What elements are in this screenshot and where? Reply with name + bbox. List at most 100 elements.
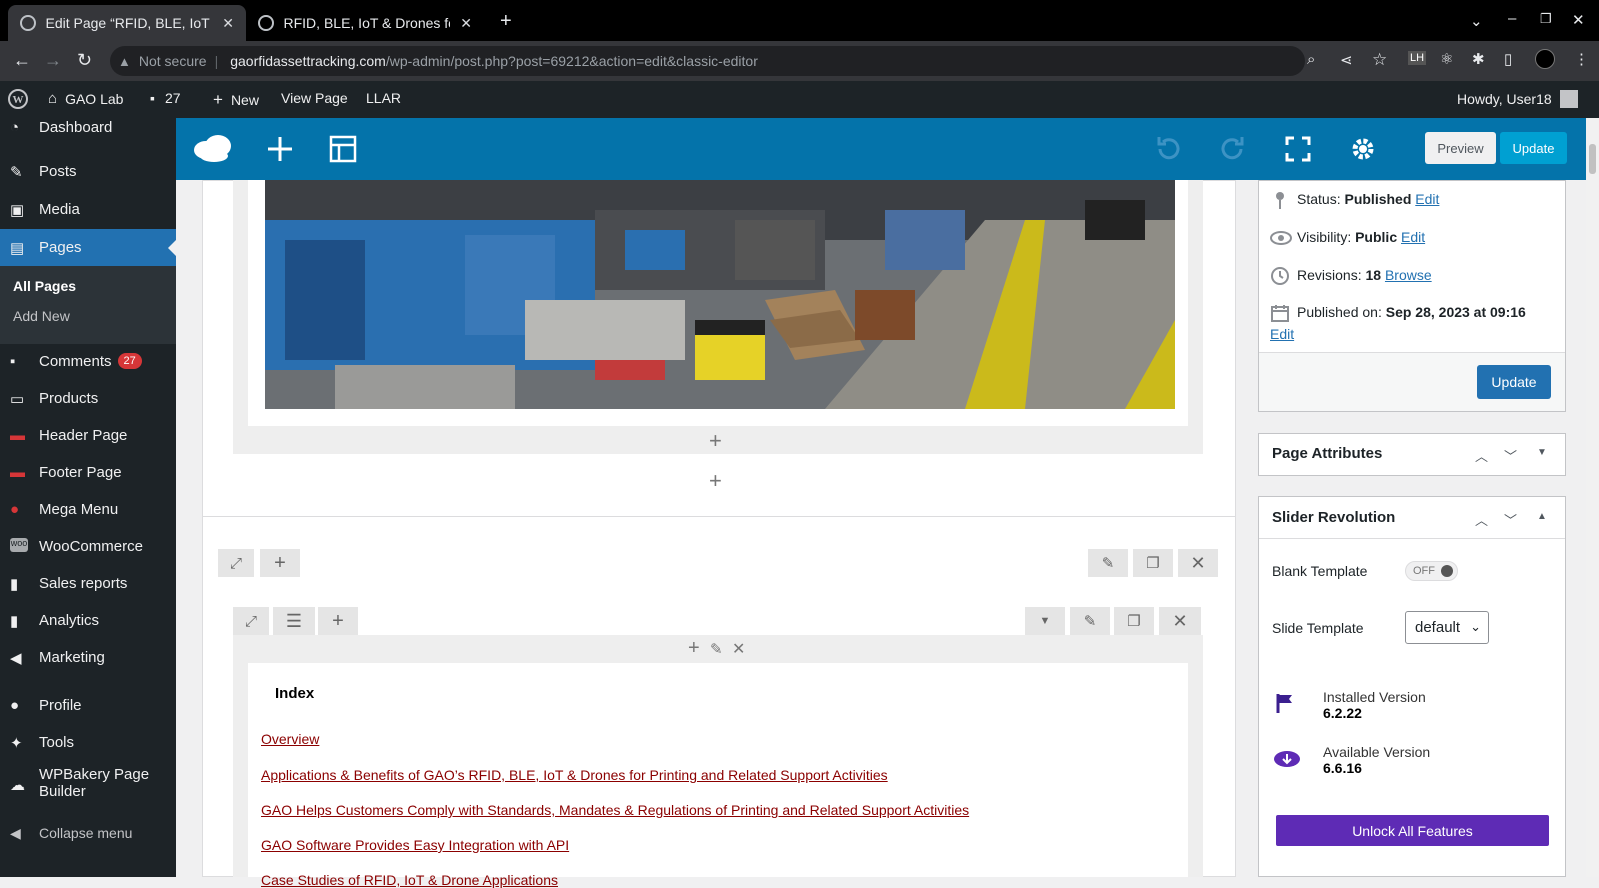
blank-template-toggle[interactable]: OFF bbox=[1405, 561, 1458, 581]
submenu-all-pages[interactable]: All Pages bbox=[13, 278, 76, 294]
site-name-link[interactable]: ⌂ GAO Lab bbox=[48, 90, 123, 107]
sidebar-item-posts[interactable]: ✎ Posts bbox=[0, 156, 176, 186]
sidebar-item-products[interactable]: ▭ Products bbox=[0, 383, 176, 413]
sidebar-item-wpbakery[interactable]: ☁ WPBakery Page Builder bbox=[0, 764, 176, 808]
redo-icon[interactable] bbox=[1216, 132, 1250, 166]
move-down-icon[interactable]: ﹀ bbox=[1504, 446, 1517, 465]
tab-edit-page[interactable]: Edit Page “RFID, BLE, IoT & ✕ bbox=[8, 5, 246, 41]
unlock-all-features-button[interactable]: Unlock All Features bbox=[1276, 815, 1549, 846]
sidebar-item-media[interactable]: ▣ Media bbox=[0, 194, 176, 224]
published-on-row: Published on: Sep 28, 2023 at 09:16 bbox=[1297, 304, 1526, 320]
fullscreen-icon[interactable] bbox=[1281, 132, 1315, 166]
row-drag-handle-icon[interactable]: ☰ bbox=[273, 607, 315, 635]
extensions-puzzle-icon[interactable]: ✱ bbox=[1472, 50, 1485, 68]
revisions-browse-link[interactable]: Browse bbox=[1385, 267, 1432, 283]
sidebar-item-pages[interactable]: ▤ Pages bbox=[0, 229, 176, 266]
extension-atom-icon[interactable]: ⚛ bbox=[1440, 50, 1453, 68]
omnibox[interactable]: ▲ Not secure | gaorfidassettracking.com … bbox=[110, 46, 1305, 76]
visibility-edit-link[interactable]: Edit bbox=[1401, 229, 1425, 245]
collapse-menu[interactable]: ◀ Collapse menu bbox=[0, 818, 176, 848]
sidebar-item-header-page[interactable]: ▬ Header Page bbox=[0, 420, 176, 450]
back-icon[interactable]: ← bbox=[13, 50, 31, 71]
update-button[interactable]: Update bbox=[1477, 365, 1551, 399]
close-tab-icon[interactable]: ✕ bbox=[222, 15, 234, 32]
index-link-case-studies[interactable]: Case Studies of RFID, IoT & Drone Applic… bbox=[261, 872, 558, 888]
close-tab-icon[interactable]: ✕ bbox=[460, 15, 472, 32]
row-edit-pencil-icon[interactable]: ✎ bbox=[1070, 607, 1110, 635]
status-value: Published bbox=[1344, 191, 1412, 207]
scrollbar-thumb[interactable] bbox=[1589, 144, 1596, 174]
minimize-icon[interactable]: – bbox=[1508, 10, 1516, 27]
column-add-icon[interactable]: + bbox=[688, 638, 700, 658]
sidebar-item-footer-page[interactable]: ▬ Footer Page bbox=[0, 457, 176, 487]
status-edit-link[interactable]: Edit bbox=[1415, 191, 1439, 207]
row-clone-icon[interactable]: ❐ bbox=[1114, 607, 1154, 635]
index-link-applications[interactable]: Applications & Benefits of GAO’s RFID, B… bbox=[261, 767, 888, 783]
sidebar-item-comments[interactable]: ▪ Comments 27 bbox=[0, 346, 176, 376]
sidebar-item-marketing[interactable]: ◀ Marketing bbox=[0, 642, 176, 672]
section-clone-icon[interactable]: ❐ bbox=[1133, 549, 1173, 577]
sidebar-item-analytics[interactable]: ▮ Analytics bbox=[0, 605, 176, 635]
sidebar-item-mega-menu[interactable]: ● Mega Menu bbox=[0, 494, 176, 524]
sidebar-item-sales-reports[interactable]: ▮ Sales reports bbox=[0, 568, 176, 598]
move-down-icon[interactable]: ﹀ bbox=[1504, 510, 1517, 529]
add-element-icon[interactable] bbox=[263, 132, 297, 166]
move-up-icon[interactable]: ︿ bbox=[1475, 446, 1488, 465]
close-window-icon[interactable]: ✕ bbox=[1572, 11, 1585, 29]
sidebar-item-dashboard[interactable]: ◔ Dashboard bbox=[0, 112, 176, 142]
section-delete-icon[interactable]: ✕ bbox=[1178, 549, 1218, 577]
submenu-add-new[interactable]: Add New bbox=[13, 308, 70, 324]
view-page-link[interactable]: View Page bbox=[281, 90, 348, 106]
templates-icon[interactable] bbox=[326, 132, 360, 166]
tab-search-icon[interactable]: ⌄ bbox=[1470, 12, 1483, 30]
slide-template-select[interactable]: default ⌄ bbox=[1405, 611, 1489, 644]
row-delete-icon[interactable]: ✕ bbox=[1159, 607, 1201, 635]
sidebar-item-woocommerce[interactable]: woo WooCommerce bbox=[0, 531, 176, 561]
add-element-plus-icon[interactable]: + bbox=[709, 430, 722, 452]
profile-avatar-icon[interactable] bbox=[1535, 49, 1555, 69]
extension-lh-icon[interactable]: LH bbox=[1408, 51, 1427, 65]
update-button-toolbar[interactable]: Update bbox=[1500, 132, 1567, 164]
sidebar-item-profile[interactable]: ● Profile bbox=[0, 690, 176, 720]
more-menu-icon[interactable]: ⋮ bbox=[1574, 50, 1589, 68]
share-icon[interactable]: ⋖ bbox=[1340, 51, 1353, 69]
row-expand-icon[interactable]: ⤢ bbox=[233, 607, 269, 635]
index-link-api[interactable]: GAO Software Provides Easy Integration w… bbox=[261, 837, 569, 853]
globe-icon bbox=[258, 15, 274, 31]
index-link-overview[interactable]: Overview bbox=[261, 731, 319, 747]
column-edit-pencil-icon[interactable]: ✎ bbox=[710, 640, 723, 660]
wordpress-logo-icon[interactable]: W bbox=[8, 89, 28, 109]
settings-gear-icon[interactable] bbox=[1346, 132, 1380, 166]
zoom-icon[interactable]: ⌕ bbox=[1307, 51, 1315, 68]
eye-icon bbox=[1270, 228, 1292, 246]
forward-icon[interactable]: → bbox=[44, 50, 62, 71]
row-add-icon[interactable]: + bbox=[318, 607, 358, 635]
wpbakery-cloud-logo-icon[interactable] bbox=[192, 132, 231, 166]
move-up-icon[interactable]: ︿ bbox=[1475, 510, 1488, 529]
new-content-link[interactable]: + New bbox=[213, 90, 259, 110]
page-scrollbar[interactable] bbox=[1586, 118, 1599, 877]
products-icon: ▭ bbox=[10, 391, 25, 408]
toggle-panel-icon[interactable]: ▲ bbox=[1537, 511, 1547, 522]
index-link-compliance[interactable]: GAO Helps Customers Comply with Standard… bbox=[261, 802, 969, 818]
section-edit-pencil-icon[interactable]: ✎ bbox=[1088, 549, 1128, 577]
toggle-panel-icon[interactable]: ▼ bbox=[1537, 447, 1547, 458]
add-row-plus-icon[interactable]: + bbox=[709, 470, 722, 492]
restore-icon[interactable]: ❐ bbox=[1540, 11, 1552, 27]
published-on-edit-link[interactable]: Edit bbox=[1270, 326, 1294, 342]
comments-link[interactable]: ▪ 27 bbox=[150, 90, 181, 106]
new-tab-icon[interactable]: + bbox=[500, 10, 512, 33]
sidebar-item-tools[interactable]: ✦ Tools bbox=[0, 727, 176, 757]
undo-icon[interactable] bbox=[1151, 132, 1185, 166]
side-panel-icon[interactable]: ▯ bbox=[1504, 50, 1512, 68]
section-expand-icon[interactable]: ⤢ bbox=[218, 549, 254, 577]
bookmark-star-icon[interactable]: ☆ bbox=[1372, 50, 1387, 70]
row-dropdown-icon[interactable]: ▼ bbox=[1025, 607, 1065, 635]
account-menu[interactable]: Howdy, User18 bbox=[1457, 90, 1578, 108]
tab-rfid-page[interactable]: RFID, BLE, IoT & Drones fo ✕ bbox=[246, 5, 484, 41]
preview-button[interactable]: Preview bbox=[1425, 132, 1496, 164]
column-delete-icon[interactable]: ✕ bbox=[732, 640, 745, 660]
llar-link[interactable]: LLAR bbox=[366, 90, 401, 106]
reload-icon[interactable]: ↻ bbox=[77, 50, 92, 71]
section-add-icon[interactable]: + bbox=[260, 549, 300, 577]
